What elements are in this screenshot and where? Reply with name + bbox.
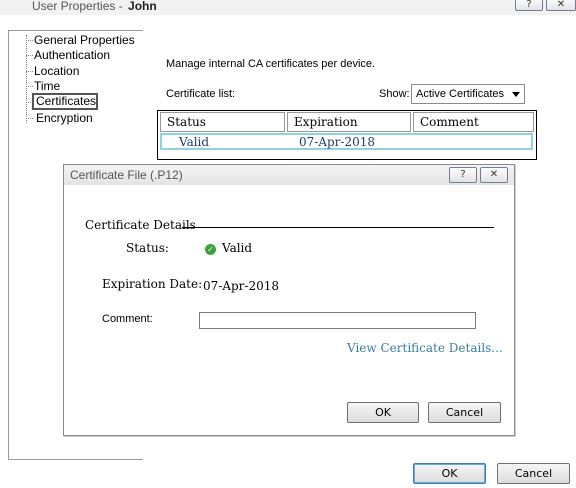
show-filter-label: Show: [379,88,410,100]
window-close-button[interactable]: ✕ [546,0,576,11]
row-status-cell: Valid [179,135,210,149]
chevron-down-icon [512,92,520,97]
tree-branch-line [26,40,33,41]
window-title-prefix: User Properties - [32,0,123,13]
ok-button[interactable]: OK [413,463,486,484]
column-header-comment[interactable]: Comment [413,112,534,132]
window-help-button[interactable]: ? [515,0,543,11]
show-filter-dropdown[interactable]: Active Certificates [411,84,525,104]
cancel-button[interactable]: Cancel [497,463,570,484]
tree-connector-line [26,35,27,123]
check-circle-icon: ✓ [205,244,216,255]
certificate-list-label: Certificate list: [166,88,236,100]
status-value: Valid [222,241,253,255]
status-label: Status: [126,241,169,255]
dialog-cancel-button[interactable]: Cancel [428,402,501,423]
tree-branch-line [26,71,33,72]
dialog-help-button[interactable]: ? [449,167,477,183]
certificate-table: Status Expiration Comment Valid 07-Apr-2… [157,110,537,160]
certificate-file-dialog: Certificate File (.P12) ? ✕ Certificate … [63,164,515,436]
dialog-titlebar: Certificate File (.P12) ? ✕ [64,165,514,185]
certificates-description: Manage internal CA certificates per devi… [166,58,376,70]
show-filter-value: Active Certificates [416,88,505,100]
sidebar-item-location[interactable]: Location [34,64,79,78]
sidebar-item-encryption[interactable]: Encryption [36,111,93,125]
certificate-details-heading: Certificate Details [85,218,196,232]
tree-branch-line [26,86,33,87]
tree-branch-line [26,118,33,119]
window-title: User Properties - John [32,0,157,13]
sidebar-item-general-properties[interactable]: General Properties [34,33,135,47]
column-header-expiration[interactable]: Expiration [287,112,411,132]
table-row[interactable]: Valid 07-Apr-2018 [160,133,533,150]
dialog-close-button[interactable]: ✕ [480,167,508,183]
view-certificate-details-link[interactable]: View Certificate Details... [347,341,503,355]
dialog-title: Certificate File (.P12) [70,168,183,182]
sidebar-item-certificates[interactable]: Certificates [32,93,98,110]
sidebar-item-time[interactable]: Time [34,79,60,93]
row-expiration-cell: 07-Apr-2018 [299,135,376,149]
section-divider [182,227,494,228]
comment-input[interactable] [199,312,476,329]
sidebar-item-authentication[interactable]: Authentication [34,48,110,62]
tree-branch-line [26,55,33,56]
window-title-user: John [128,0,157,13]
expiration-date-value: 07-Apr-2018 [203,279,280,293]
column-header-status[interactable]: Status [160,112,285,132]
comment-label: Comment: [102,313,153,325]
expiration-date-label: Expiration Date: [102,277,203,291]
dialog-ok-button[interactable]: OK [347,402,419,423]
